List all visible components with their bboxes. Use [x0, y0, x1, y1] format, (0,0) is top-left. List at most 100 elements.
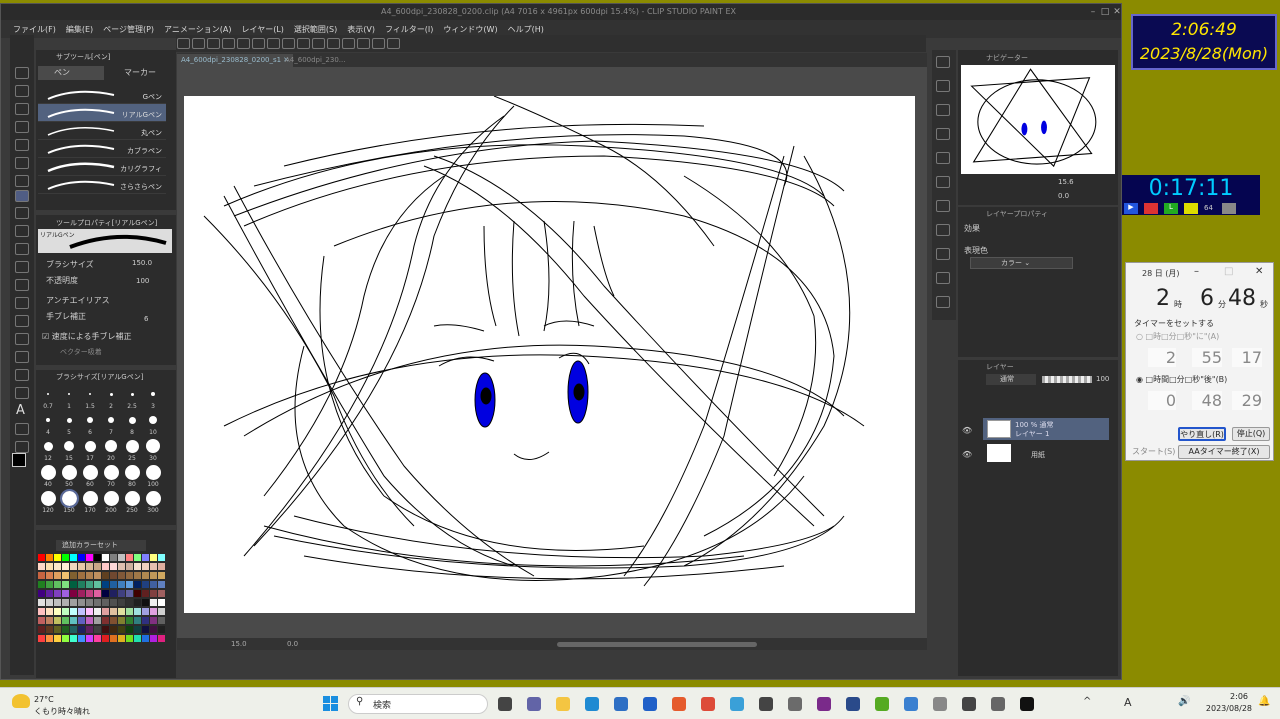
color-swatch[interactable] — [86, 563, 93, 570]
clip-studio-icon[interactable] — [875, 697, 889, 711]
stabilizer-value[interactable]: 6 — [144, 315, 148, 323]
chevron-up-icon[interactable]: ^ — [1083, 696, 1091, 707]
color-swatch[interactable] — [102, 608, 109, 615]
stop-button[interactable]: 停止(Q) — [1232, 427, 1270, 441]
color-swatch[interactable] — [54, 608, 61, 615]
brush-size-preset[interactable] — [125, 439, 139, 453]
color-swatch[interactable] — [126, 590, 133, 597]
color-swatch[interactable] — [94, 581, 101, 588]
color-swatch[interactable] — [134, 554, 141, 561]
color-swatch[interactable] — [54, 554, 61, 561]
timer-option-after[interactable]: ◉ □時間□分□秒"後"(B) — [1136, 374, 1227, 385]
move-tool-icon[interactable] — [15, 121, 29, 133]
hand-tool-icon[interactable] — [15, 85, 29, 97]
snap-grid-icon[interactable] — [342, 38, 355, 49]
panel-icon-10[interactable] — [936, 272, 950, 284]
brush-maru-pen[interactable]: 丸ペン — [38, 122, 166, 140]
color-swatch[interactable] — [54, 599, 61, 606]
brush-size-preset[interactable] — [82, 464, 98, 480]
color-swatch[interactable] — [118, 617, 125, 624]
color-swatch[interactable] — [126, 599, 133, 606]
color-swatch[interactable] — [158, 635, 165, 642]
save-icon[interactable] — [207, 38, 220, 49]
color-swatch[interactable] — [150, 626, 157, 633]
brush-size-preset[interactable] — [103, 490, 119, 506]
at-second-field[interactable]: 17 — [1232, 348, 1262, 367]
color-swatch[interactable] — [62, 608, 69, 615]
color-swatch[interactable] — [86, 572, 93, 579]
color-swatch[interactable] — [38, 608, 45, 615]
color-swatch[interactable] — [110, 635, 117, 642]
color-swatch[interactable] — [118, 563, 125, 570]
layer-row-1[interactable]: 100 % 通常 レイヤー 1 — [983, 418, 1109, 440]
color-swatch[interactable] — [94, 563, 101, 570]
color-swatch[interactable] — [54, 626, 61, 633]
blend-tool-icon[interactable] — [15, 297, 29, 309]
balloon-tool-icon[interactable] — [15, 423, 29, 435]
menu-filter[interactable]: フィルター(I) — [385, 24, 433, 35]
color-swatch[interactable] — [126, 563, 133, 570]
select-icon[interactable] — [312, 38, 325, 49]
ime-language-icon[interactable]: A — [1124, 696, 1132, 709]
color-swatch[interactable] — [158, 590, 165, 597]
color-swatch[interactable] — [150, 590, 157, 597]
color-swatch[interactable] — [86, 599, 93, 606]
app-icon-9[interactable] — [730, 697, 744, 711]
color-swatch[interactable] — [70, 554, 77, 561]
color-swatch[interactable] — [54, 635, 61, 642]
color-swatch[interactable] — [142, 554, 149, 561]
snap-special-icon[interactable] — [357, 38, 370, 49]
color-swatch[interactable] — [78, 617, 85, 624]
clear-icon[interactable] — [252, 38, 265, 49]
color-swatch[interactable] — [118, 581, 125, 588]
color-swatch[interactable] — [158, 599, 165, 606]
text-tool-icon[interactable]: A — [16, 403, 25, 418]
color-swatch[interactable] — [46, 608, 53, 615]
color-swatch[interactable] — [142, 635, 149, 642]
play-icon[interactable]: ▶ — [1124, 203, 1138, 214]
after-second-field[interactable]: 29 — [1232, 391, 1262, 410]
brush-size-preset[interactable] — [61, 464, 77, 480]
color-swatch[interactable] — [62, 572, 69, 579]
color-swatch[interactable] — [78, 581, 85, 588]
eyedropper-icon[interactable] — [15, 175, 29, 187]
color-swatch[interactable] — [54, 572, 61, 579]
navigator-angle[interactable]: 0.0 — [1058, 192, 1069, 200]
timer-option-at[interactable]: ○ □時□分□秒"に"(A) — [1136, 331, 1219, 342]
menu-view[interactable]: 表示(V) — [347, 24, 375, 35]
color-swatch[interactable] — [46, 563, 53, 570]
color-swatch[interactable] — [94, 617, 101, 624]
app-icon-12[interactable] — [817, 697, 831, 711]
eraser-tool-icon[interactable] — [15, 279, 29, 291]
tab-document-1[interactable]: A4_600dpi_230828_0200_s1 ✕ — [177, 54, 294, 67]
after-minute-field[interactable]: 48 — [1192, 391, 1222, 410]
taskbar-time[interactable]: 2:06 — [1208, 692, 1248, 701]
color-swatch[interactable] — [86, 617, 93, 624]
blend-mode-select[interactable]: 通常 — [986, 374, 1036, 385]
transform-icon[interactable] — [267, 38, 280, 49]
brush-size-preset[interactable] — [87, 417, 93, 423]
color-swatch[interactable] — [94, 635, 101, 642]
color-swatch[interactable] — [126, 617, 133, 624]
color-swatch[interactable] — [38, 599, 45, 606]
media-player-icon[interactable] — [1020, 697, 1034, 711]
color-swatch[interactable] — [118, 599, 125, 606]
color-swatch[interactable] — [158, 626, 165, 633]
mail-icon[interactable] — [643, 697, 657, 711]
color-swatch[interactable] — [54, 563, 61, 570]
brush-size-preset[interactable] — [124, 464, 140, 480]
edge-browser-icon[interactable] — [585, 697, 599, 711]
color-swatch[interactable] — [102, 572, 109, 579]
color-swatch[interactable] — [38, 617, 45, 624]
brush-size-preset[interactable] — [66, 417, 72, 423]
color-swatch[interactable] — [134, 563, 141, 570]
color-swatch[interactable] — [62, 581, 69, 588]
color-swatch[interactable] — [78, 626, 85, 633]
color-swatch[interactable] — [150, 608, 157, 615]
color-swatch[interactable] — [38, 581, 45, 588]
color-swatch[interactable] — [102, 554, 109, 561]
open-icon[interactable] — [192, 38, 205, 49]
ruler-tool-icon[interactable] — [15, 387, 29, 399]
horizontal-scrollbar[interactable] — [557, 642, 757, 647]
color-swatch[interactable] — [94, 608, 101, 615]
